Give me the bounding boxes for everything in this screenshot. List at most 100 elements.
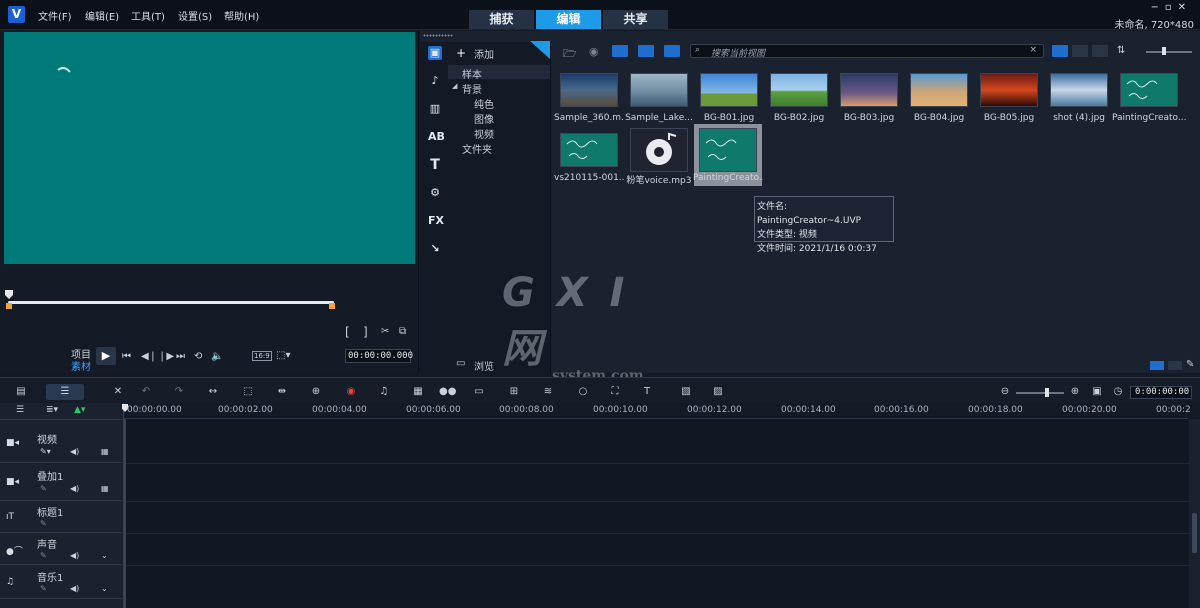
multi-camera-icon[interactable]: ⊞: [507, 386, 521, 398]
next-frame-icon[interactable]: ❘▶: [158, 351, 174, 362]
import-folder-icon[interactable]: 🗁: [563, 45, 577, 64]
ripple-icon[interactable]: ⇹: [275, 386, 289, 398]
media-thumb[interactable]: [1050, 73, 1108, 107]
scrub-bar[interactable]: [8, 301, 334, 304]
track-expand-icon[interactable]: ⌄: [101, 551, 108, 560]
filter-audio-button[interactable]: [664, 45, 680, 57]
maximize-button[interactable]: ▫: [1165, 2, 1178, 13]
zoom-in-icon[interactable]: ⊕: [1068, 386, 1082, 398]
transition-icon[interactable]: ▥: [428, 102, 442, 116]
media-thumb[interactable]: [1120, 73, 1178, 107]
add-folder-button[interactable]: 添加: [474, 46, 494, 61]
track-edit-icon[interactable]: ✎: [40, 519, 47, 528]
zoom-slider-handle[interactable]: [1045, 388, 1049, 397]
track-ripple-icon[interactable]: ▦: [101, 484, 109, 493]
media-category-icon[interactable]: ▣: [428, 46, 442, 60]
track-edit-icon[interactable]: ✎: [40, 584, 47, 593]
volume-icon[interactable]: 🔈: [211, 351, 223, 362]
crop-icon[interactable]: ⬚▾: [276, 350, 290, 361]
end-icon[interactable]: ⏭: [176, 351, 185, 362]
motion-path-icon[interactable]: ↘: [428, 242, 442, 256]
split-clip-icon[interactable]: ✂: [381, 326, 389, 337]
track-edit-icon[interactable]: ✎: [40, 551, 47, 560]
track-header-overlay[interactable]: ■◂ 叠加1 ✎ ◀) ▦: [0, 463, 124, 501]
3d-title-icon[interactable]: T: [640, 386, 654, 398]
title-ab-icon[interactable]: AB: [428, 130, 445, 144]
playhead-marker-icon[interactable]: [4, 290, 14, 300]
timeline-scrollbar[interactable]: [1189, 419, 1200, 608]
track-expand-icon[interactable]: ⌄: [101, 584, 108, 593]
media-thumb[interactable]: [630, 73, 688, 107]
clear-search-icon[interactable]: ×: [1029, 45, 1037, 55]
close-button[interactable]: ✕: [1178, 2, 1192, 13]
edit-icon[interactable]: ✎: [1186, 359, 1194, 370]
undo-icon[interactable]: ↶: [139, 386, 153, 398]
track-edit-icon[interactable]: ✎▾: [40, 447, 51, 456]
track-edit-icon[interactable]: ✎: [40, 484, 47, 493]
media-thumb[interactable]: [770, 73, 828, 107]
tree-collapse-icon[interactable]: ◢: [452, 82, 457, 90]
time-ruler[interactable]: [124, 403, 1188, 419]
painting-icon[interactable]: ▨: [711, 386, 725, 398]
split-screen-icon[interactable]: ▧: [679, 386, 693, 398]
preview-screen[interactable]: [4, 32, 415, 264]
tab-edit[interactable]: 编辑: [536, 10, 601, 29]
menu-file[interactable]: 文件(F): [38, 8, 72, 23]
timeline-track-area[interactable]: [125, 419, 1189, 608]
track-mute-icon[interactable]: ◀): [70, 551, 79, 560]
subtitle-icon[interactable]: ▭: [472, 386, 486, 398]
timeline-timecode[interactable]: 0:00:00:00: [1130, 386, 1192, 399]
fit-icon[interactable]: ↔: [206, 386, 220, 398]
zoom-out-icon[interactable]: ⊖: [998, 386, 1012, 398]
view-list-button[interactable]: [1072, 45, 1088, 57]
text-title-icon[interactable]: T: [428, 158, 442, 172]
track-header-title[interactable]: ıT 标题1 ✎: [0, 501, 124, 533]
minimize-button[interactable]: −: [1150, 2, 1164, 13]
motion-track-icon[interactable]: ●●: [439, 386, 456, 398]
mask-icon[interactable]: ○: [576, 386, 590, 398]
tab-share[interactable]: 共享: [603, 10, 668, 29]
track-ripple-icon[interactable]: ▦: [101, 447, 109, 456]
tab-capture[interactable]: 捕获: [469, 10, 534, 29]
menu-settings[interactable]: 设置(S): [178, 8, 212, 23]
play-button[interactable]: ▶: [96, 347, 116, 365]
add-marker-icon[interactable]: ▲▾: [74, 405, 85, 415]
fit-frame-icon[interactable]: ⬚: [241, 386, 255, 398]
repeat-icon[interactable]: ⟲: [194, 351, 202, 362]
menu-help[interactable]: 帮助(H): [224, 8, 259, 23]
preview-timecode[interactable]: 00:00:00.000: [345, 349, 413, 363]
tree-item-sample[interactable]: 样本: [462, 66, 482, 81]
view-grid-button[interactable]: [1092, 45, 1108, 57]
browse-button[interactable]: 浏览: [474, 358, 494, 373]
media-thumb[interactable]: [980, 73, 1038, 107]
audio-mixer-icon[interactable]: ♫: [377, 386, 391, 398]
fit-project-icon[interactable]: ▣: [1090, 386, 1104, 398]
track-header-voice[interactable]: ●⌒ 声音 ✎ ◀) ⌄: [0, 533, 124, 565]
track-options-icon[interactable]: ≣▾: [46, 405, 58, 415]
enlarge-preview-icon[interactable]: ⧉: [399, 326, 406, 337]
view-thumbs-button[interactable]: [1052, 45, 1068, 57]
speed-icon[interactable]: ≋: [541, 386, 555, 398]
scrollbar-thumb[interactable]: [1192, 513, 1197, 553]
filter-video-button[interactable]: [612, 45, 628, 57]
media-thumb[interactable]: [630, 128, 688, 172]
tree-item-background[interactable]: 背景: [462, 81, 482, 96]
media-thumb[interactable]: [910, 73, 968, 107]
track-header-music[interactable]: ♫ 音乐1 ✎ ◀) ⌄: [0, 565, 124, 599]
layout-icon[interactable]: [1150, 361, 1164, 370]
track-list-icon[interactable]: ☰: [16, 405, 24, 415]
redo-icon[interactable]: ↷: [172, 386, 186, 398]
thumb-size-slider[interactable]: [1146, 51, 1192, 53]
cam-icon[interactable]: ⛶: [608, 386, 622, 398]
toolbox-icon[interactable]: ✕: [111, 386, 125, 398]
mark-in-button[interactable]: [: [345, 325, 350, 339]
track-manager-icon[interactable]: ⊕: [309, 386, 323, 398]
track-mute-icon[interactable]: ◀): [70, 447, 79, 456]
prev-frame-icon[interactable]: ◀❘: [141, 351, 157, 362]
mark-out-button[interactable]: ]: [363, 325, 368, 339]
auto-music-icon[interactable]: ▦: [411, 386, 425, 398]
media-thumb[interactable]: [560, 73, 618, 107]
home-icon[interactable]: ⏮: [122, 351, 131, 362]
record-capture-icon[interactable]: ◉: [344, 386, 358, 398]
storyboard-view-icon[interactable]: ▤: [14, 386, 28, 398]
